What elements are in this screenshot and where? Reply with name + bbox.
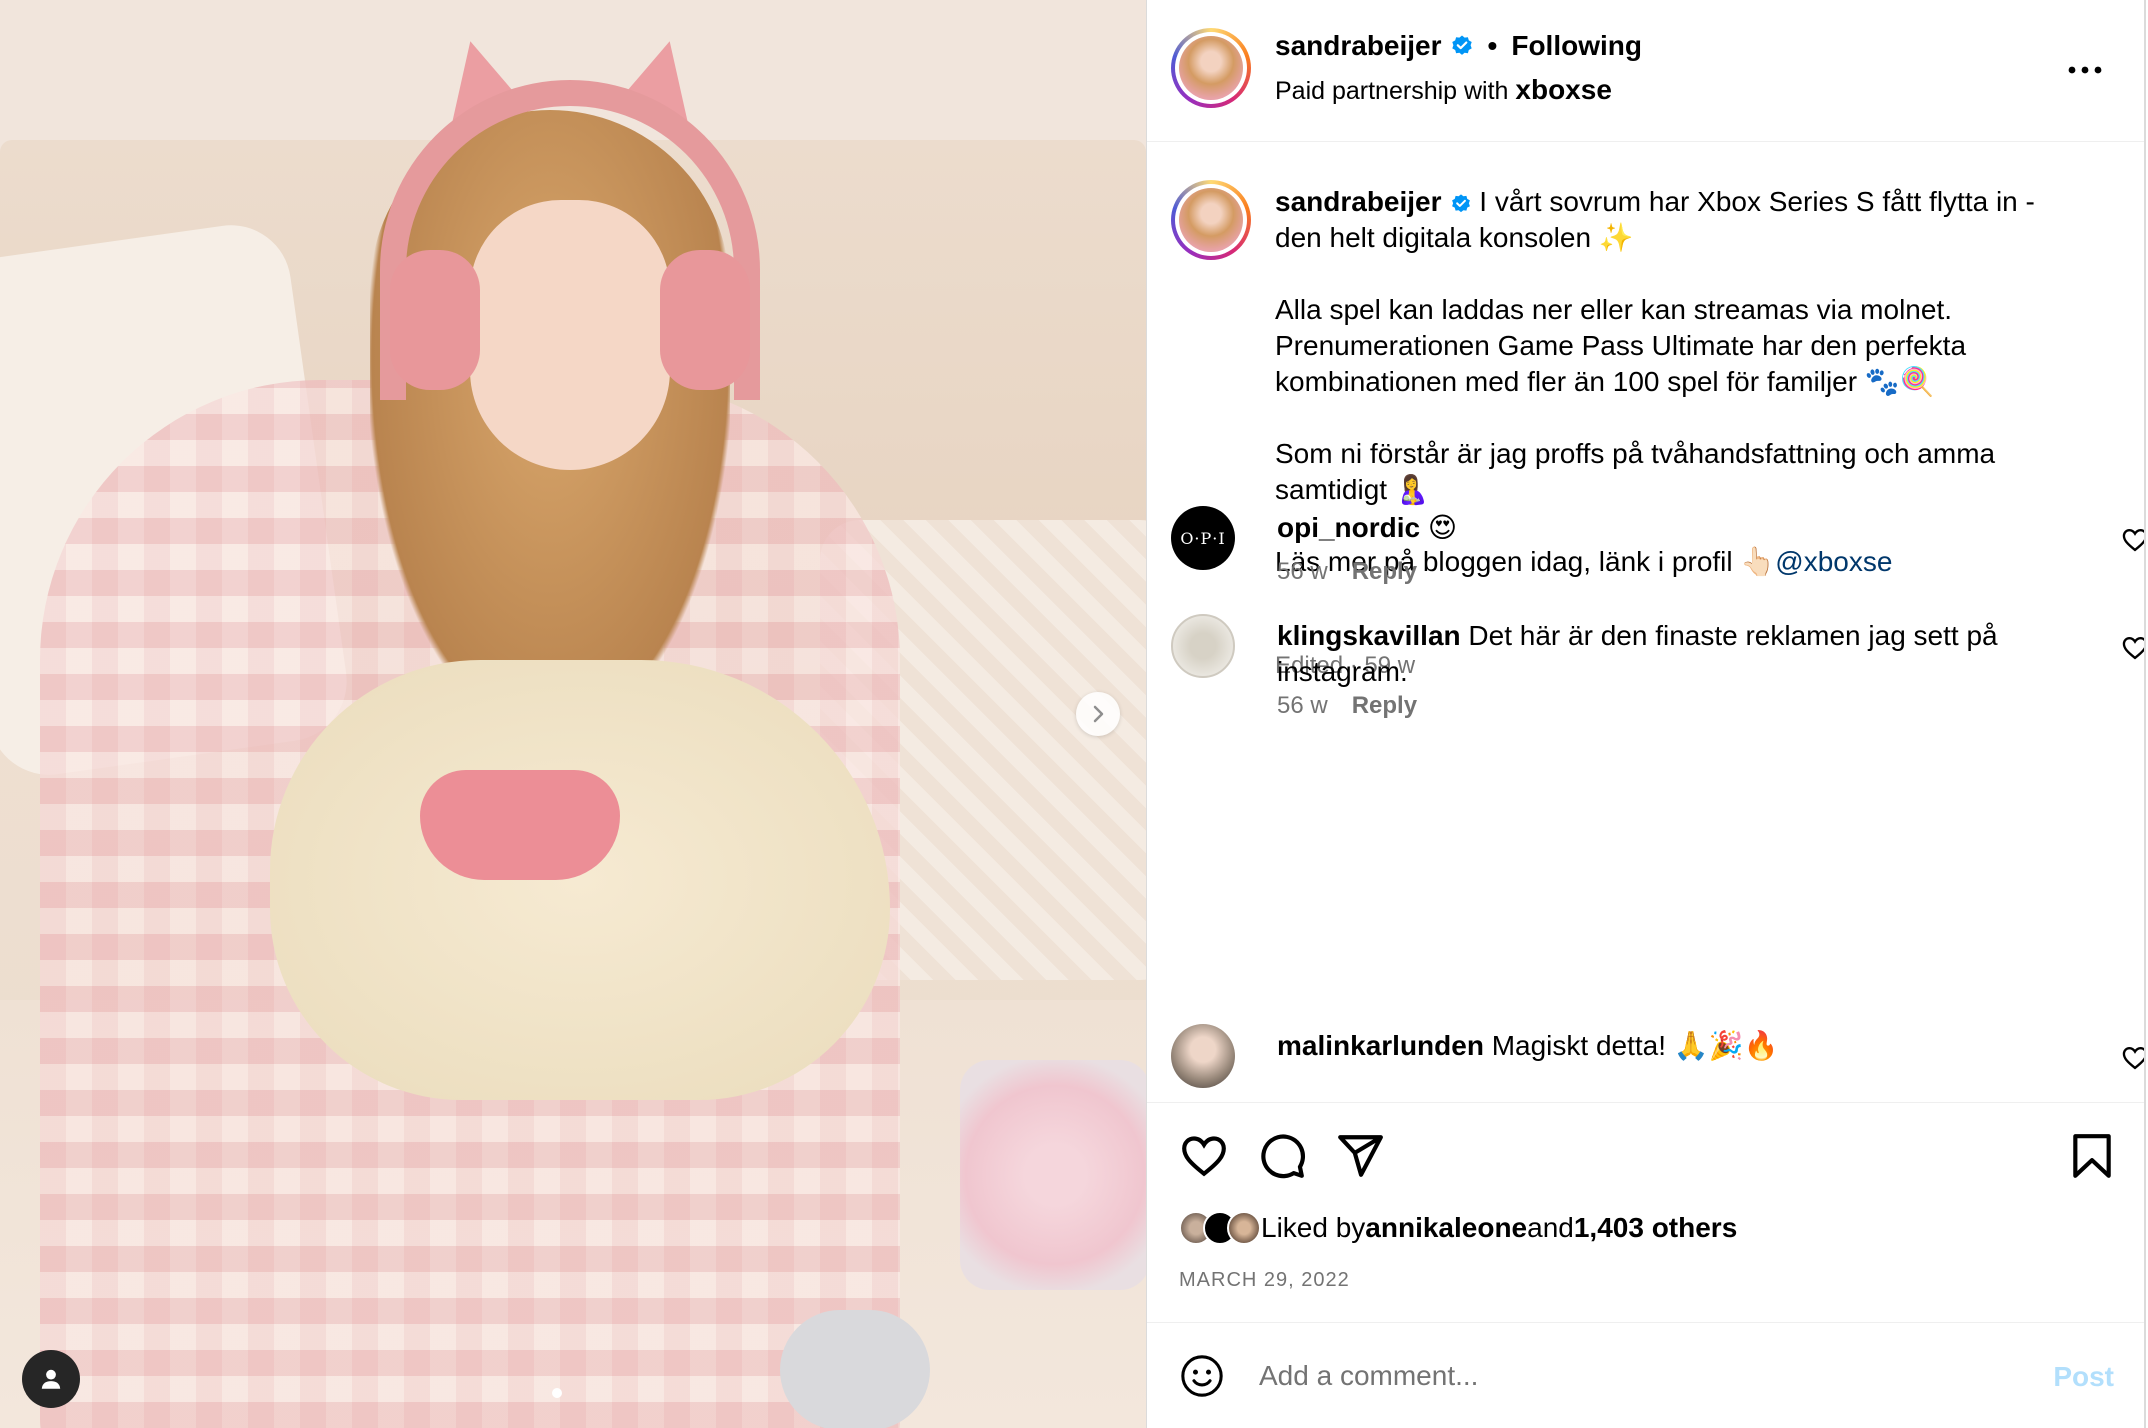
photo-earcup-right <box>660 250 750 390</box>
photo-candy-bowl <box>960 1060 1146 1290</box>
comment-username[interactable]: klingskavillan <box>1277 620 1461 651</box>
header-separator: • <box>1487 30 1498 61</box>
comment-avatar[interactable]: O·P·I <box>1171 506 1235 570</box>
tagged-users-button[interactable] <box>22 1350 80 1408</box>
caption-paragraph-2: Alla spel kan laddas ner eller kan strea… <box>1275 294 1974 397</box>
liker-username[interactable]: annikaleone <box>1365 1212 1527 1244</box>
carousel-dots <box>552 1388 562 1398</box>
more-horizontal-icon <box>2068 66 2102 74</box>
comment-item: klingskavillan Det här är den finaste re… <box>1171 614 2146 744</box>
next-photo-button[interactable] <box>1076 692 1120 736</box>
comment-time: 56 w <box>1277 692 1328 719</box>
heart-icon[interactable] <box>2121 526 2146 554</box>
heart-icon[interactable] <box>2121 634 2146 662</box>
liked-by: Liked by annikaleone and 1,403 others <box>1179 1211 1737 1245</box>
caption-paragraph-3: Som ni förstår är jag proffs på tvåhands… <box>1275 438 2003 505</box>
author-avatar-image <box>1179 36 1243 100</box>
verified-badge-icon <box>1450 34 1474 58</box>
panel-border <box>2144 0 2146 1428</box>
comment-avatar[interactable] <box>1171 1024 1235 1088</box>
liker-avatar[interactable] <box>1227 1211 1261 1245</box>
heart-icon[interactable] <box>2121 1044 2146 1072</box>
comment-username[interactable]: opi_nordic <box>1277 512 1420 543</box>
bookmark-icon[interactable] <box>2067 1131 2117 1181</box>
comment-item: malinkarlunden Magiskt detta! 🙏🎉🔥 <box>1171 1024 2146 1102</box>
photo-earcup-left <box>390 250 480 390</box>
post-actions: Liked by annikaleone and 1,403 others MA… <box>1147 1102 2146 1322</box>
emoji-icon[interactable] <box>1179 1353 1225 1399</box>
send-icon[interactable] <box>1335 1131 1385 1181</box>
post-comment-button[interactable]: Post <box>2053 1361 2114 1393</box>
liker-avatars <box>1179 1211 1261 1245</box>
user-icon <box>41 1369 61 1389</box>
photo-game-controller <box>420 770 620 880</box>
photo-toy <box>780 1310 930 1428</box>
comment-input[interactable] <box>1259 1351 1979 1401</box>
caption-author-avatar-image <box>1179 188 1243 252</box>
photo-baby-blanket <box>270 660 890 1100</box>
likes-count[interactable]: 1,403 others <box>1574 1212 1737 1244</box>
comment-text: 😍 <box>1420 512 1458 543</box>
partner-link[interactable]: xboxse <box>1515 74 1612 105</box>
add-comment-bar: Post <box>1147 1322 2146 1428</box>
carousel-dot-active <box>552 1388 562 1398</box>
caption-username[interactable]: sandrabeijer <box>1275 186 1442 217</box>
comment-text: Magiskt detta! 🙏🎉🔥 <box>1483 1030 1779 1061</box>
comment-time: 56 w <box>1277 558 1328 585</box>
post-photo[interactable] <box>0 0 1146 1428</box>
paid-partnership-label: Paid partnership with xboxse <box>1275 74 1612 105</box>
following-button[interactable]: Following <box>1511 30 1642 62</box>
comment-username[interactable]: malinkarlunden <box>1277 1030 1484 1061</box>
author-username[interactable]: sandrabeijer <box>1275 30 1442 62</box>
reply-button[interactable]: Reply <box>1352 558 1417 586</box>
chevron-right-icon <box>1093 705 1104 723</box>
comment-item: O·P·I opi_nordic 😍 56 w Reply <box>1171 506 2146 606</box>
post-header: sandrabeijer • Following Paid partnershi… <box>1147 0 2146 142</box>
caption-author-avatar[interactable] <box>1171 180 1251 260</box>
more-options-button[interactable] <box>2060 50 2110 90</box>
post-side-panel: sandrabeijer • Following Paid partnershi… <box>1146 0 2146 1428</box>
post-date[interactable]: MARCH 29, 2022 <box>1179 1269 1350 1292</box>
comment-avatar[interactable] <box>1171 614 1235 678</box>
reply-button[interactable]: Reply <box>1352 692 1417 720</box>
author-avatar[interactable] <box>1171 28 1251 108</box>
verified-badge-icon <box>1450 193 1472 215</box>
comments-scroll-area[interactable]: sandrabeijer I vårt sovrum har Xbox Seri… <box>1147 142 2146 1102</box>
comment-icon[interactable] <box>1257 1131 1307 1181</box>
heart-icon[interactable] <box>1179 1131 1229 1181</box>
